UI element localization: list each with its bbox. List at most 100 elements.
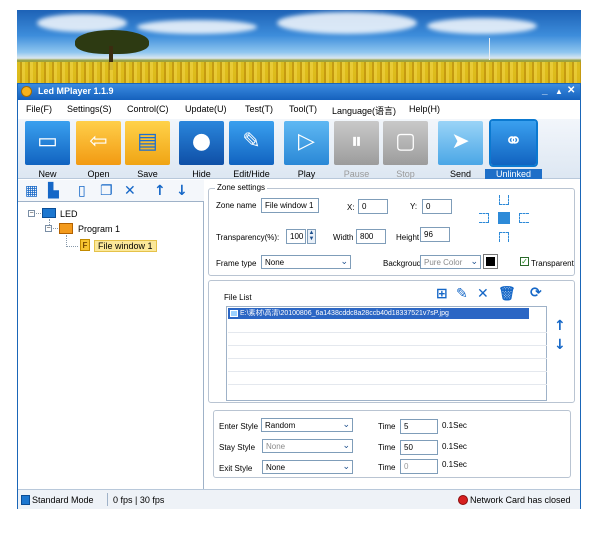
- zone-name-input[interactable]: File window 1: [261, 198, 319, 213]
- pause-button[interactable]: ⏸ Pause: [334, 121, 379, 179]
- move-down-icon[interactable]: ↓: [176, 183, 188, 199]
- add-file-icon[interactable]: ⊞: [436, 286, 448, 302]
- menu-update[interactable]: Update(U): [185, 104, 227, 114]
- chevron-down-icon: ⌄: [342, 461, 350, 471]
- stay-time-unit: 0.1Sec: [442, 442, 467, 451]
- screenshot: { "window": { "title": "Led MPlayer 1.1.…: [0, 0, 600, 537]
- position-anchor-grid[interactable]: [479, 195, 535, 247]
- status-bar: Standard Mode 0 fps | 30 fps Network Car…: [18, 489, 580, 509]
- enter-style-label: Enter Style: [219, 422, 259, 431]
- exit-style-select[interactable]: None ⌄: [262, 460, 353, 474]
- chain-link-icon: ⚭: [489, 119, 538, 167]
- menu-language[interactable]: Language(语言): [332, 104, 396, 117]
- menu-control[interactable]: Control(C): [127, 104, 169, 114]
- delete-icon[interactable]: ✕: [124, 183, 136, 199]
- chevron-down-icon: ⌄: [342, 419, 350, 429]
- chevron-down-icon: ⌄: [342, 440, 350, 450]
- unlinked-button[interactable]: ⚭ Unlinked: [485, 119, 542, 179]
- mode-status: Standard Mode: [32, 495, 94, 505]
- height-input[interactable]: 96: [420, 227, 450, 242]
- led-preview-image: [17, 10, 581, 83]
- tree-node-program[interactable]: Program 1: [78, 224, 120, 234]
- program-icon: [59, 223, 73, 234]
- background-select[interactable]: Pure Color ⌄: [420, 255, 481, 269]
- menu-help[interactable]: Help(H): [409, 104, 440, 114]
- stay-style-select[interactable]: None ⌄: [262, 439, 353, 453]
- restore-button[interactable]: ▲: [555, 87, 563, 96]
- screen-icon[interactable]: ▙: [48, 183, 59, 199]
- network-status-icon: [458, 495, 468, 505]
- save-button[interactable]: ▤ Save: [125, 121, 170, 179]
- collapse-led-icon[interactable]: −: [28, 210, 35, 217]
- width-input[interactable]: 800: [356, 229, 386, 244]
- paper-plane-icon: ➤: [438, 121, 483, 165]
- hide-button[interactable]: ● Hide: [179, 121, 224, 179]
- stay-style-label: Stay Style: [219, 443, 256, 452]
- transparency-spinner[interactable]: ▲ ▼: [307, 229, 316, 244]
- background-color-swatch[interactable]: [483, 254, 498, 269]
- close-button[interactable]: ✕: [567, 85, 575, 96]
- menu-settings[interactable]: Settings(S): [67, 104, 112, 114]
- stay-time-input[interactable]: 50: [400, 440, 438, 455]
- enter-time-unit: 0.1Sec: [442, 421, 467, 430]
- file-list-group: File List ⊞ ✎ ✕ 🗑 ⟳ E:\素材\高清\20100806_6a…: [208, 280, 575, 403]
- anchor-center-icon: [498, 212, 510, 224]
- chevron-down-icon: ⌄: [340, 256, 348, 266]
- program-tree: − LED − Program 1 F File window 1: [18, 204, 204, 489]
- collapse-program-icon[interactable]: −: [45, 225, 52, 232]
- screen-mode-icon: [21, 495, 30, 505]
- menu-bar: File(F) Settings(S) Control(C) Update(U)…: [18, 101, 580, 119]
- trash-icon[interactable]: 🗑: [498, 286, 516, 302]
- fps-status: 0 fps | 30 fps: [113, 495, 165, 505]
- y-label: Y:: [410, 202, 418, 211]
- app-icon: [21, 86, 32, 97]
- edit-file-icon[interactable]: ✎: [456, 286, 468, 302]
- tree-node-file-window[interactable]: File window 1: [94, 240, 157, 252]
- move-file-up-icon[interactable]: ↑: [554, 318, 566, 334]
- image-file-icon: [230, 310, 238, 317]
- layout-grid-icon[interactable]: ▦: [25, 183, 38, 199]
- transparency-label: Transparency(%):: [216, 233, 280, 242]
- title-bar[interactable]: Led MPlayer 1.1.9 _ ▲ ✕: [18, 84, 580, 100]
- menu-tool[interactable]: Tool(T): [289, 104, 317, 114]
- settings-panel: Zone settings Zone name File window 1 X:…: [205, 180, 580, 489]
- menu-test[interactable]: Test(T): [245, 104, 273, 114]
- floppy-icon: ▤: [125, 121, 170, 165]
- display-style-group: Enter Style Random ⌄ Time 5 0.1Sec Stay S…: [213, 410, 571, 478]
- delete-file-icon[interactable]: ✕: [477, 286, 489, 302]
- exit-time-input[interactable]: 0: [400, 459, 438, 474]
- transparent-checkbox[interactable]: ✓: [520, 257, 529, 266]
- minimize-button[interactable]: _: [542, 85, 548, 96]
- menu-file[interactable]: File(F): [26, 104, 52, 114]
- enter-style-select[interactable]: Random ⌄: [261, 418, 353, 432]
- play-button[interactable]: ▷ Play: [284, 121, 329, 179]
- lightbulb-icon: ●: [179, 121, 224, 165]
- tree-node-led[interactable]: LED: [60, 209, 78, 219]
- stop-button[interactable]: ▢ Stop: [383, 121, 428, 179]
- send-button[interactable]: ➤ Send: [438, 121, 483, 179]
- file-list-label: File List: [224, 293, 252, 302]
- enter-time-input[interactable]: 5: [400, 419, 438, 434]
- copy-icon[interactable]: ❐: [100, 183, 113, 199]
- move-file-down-icon[interactable]: ↓: [554, 337, 566, 353]
- refresh-icon[interactable]: ⟳: [530, 285, 542, 301]
- enter-time-label: Time: [378, 422, 396, 431]
- windmill-shape: [489, 38, 490, 60]
- stay-time-label: Time: [378, 443, 396, 452]
- open-button[interactable]: ⇦ Open: [76, 121, 121, 179]
- x-input[interactable]: 0: [358, 199, 388, 214]
- move-up-icon[interactable]: ↑: [154, 183, 166, 199]
- new-button[interactable]: ▭ New: [25, 121, 70, 179]
- file-list[interactable]: E:\素材\高清\20100806_6a1438cddc8a28ccb40d18…: [226, 306, 547, 401]
- transparency-input[interactable]: 100: [286, 229, 306, 244]
- window-title: Led MPlayer 1.1.9: [38, 86, 114, 96]
- led-screen-icon: [42, 208, 56, 218]
- y-input[interactable]: 0: [422, 199, 452, 214]
- width-label: Width: [333, 233, 354, 242]
- file-list-item[interactable]: E:\素材\高清\20100806_6a1438cddc8a28ccb40d18…: [228, 308, 529, 319]
- add-page-icon[interactable]: ▯: [78, 183, 86, 199]
- frame-type-select[interactable]: None ⌄: [261, 255, 351, 269]
- exit-style-label: Exit Style: [219, 464, 253, 473]
- pencil-icon: ✎: [229, 121, 274, 165]
- edit-hide-button[interactable]: ✎ Edit/Hide: [229, 121, 274, 179]
